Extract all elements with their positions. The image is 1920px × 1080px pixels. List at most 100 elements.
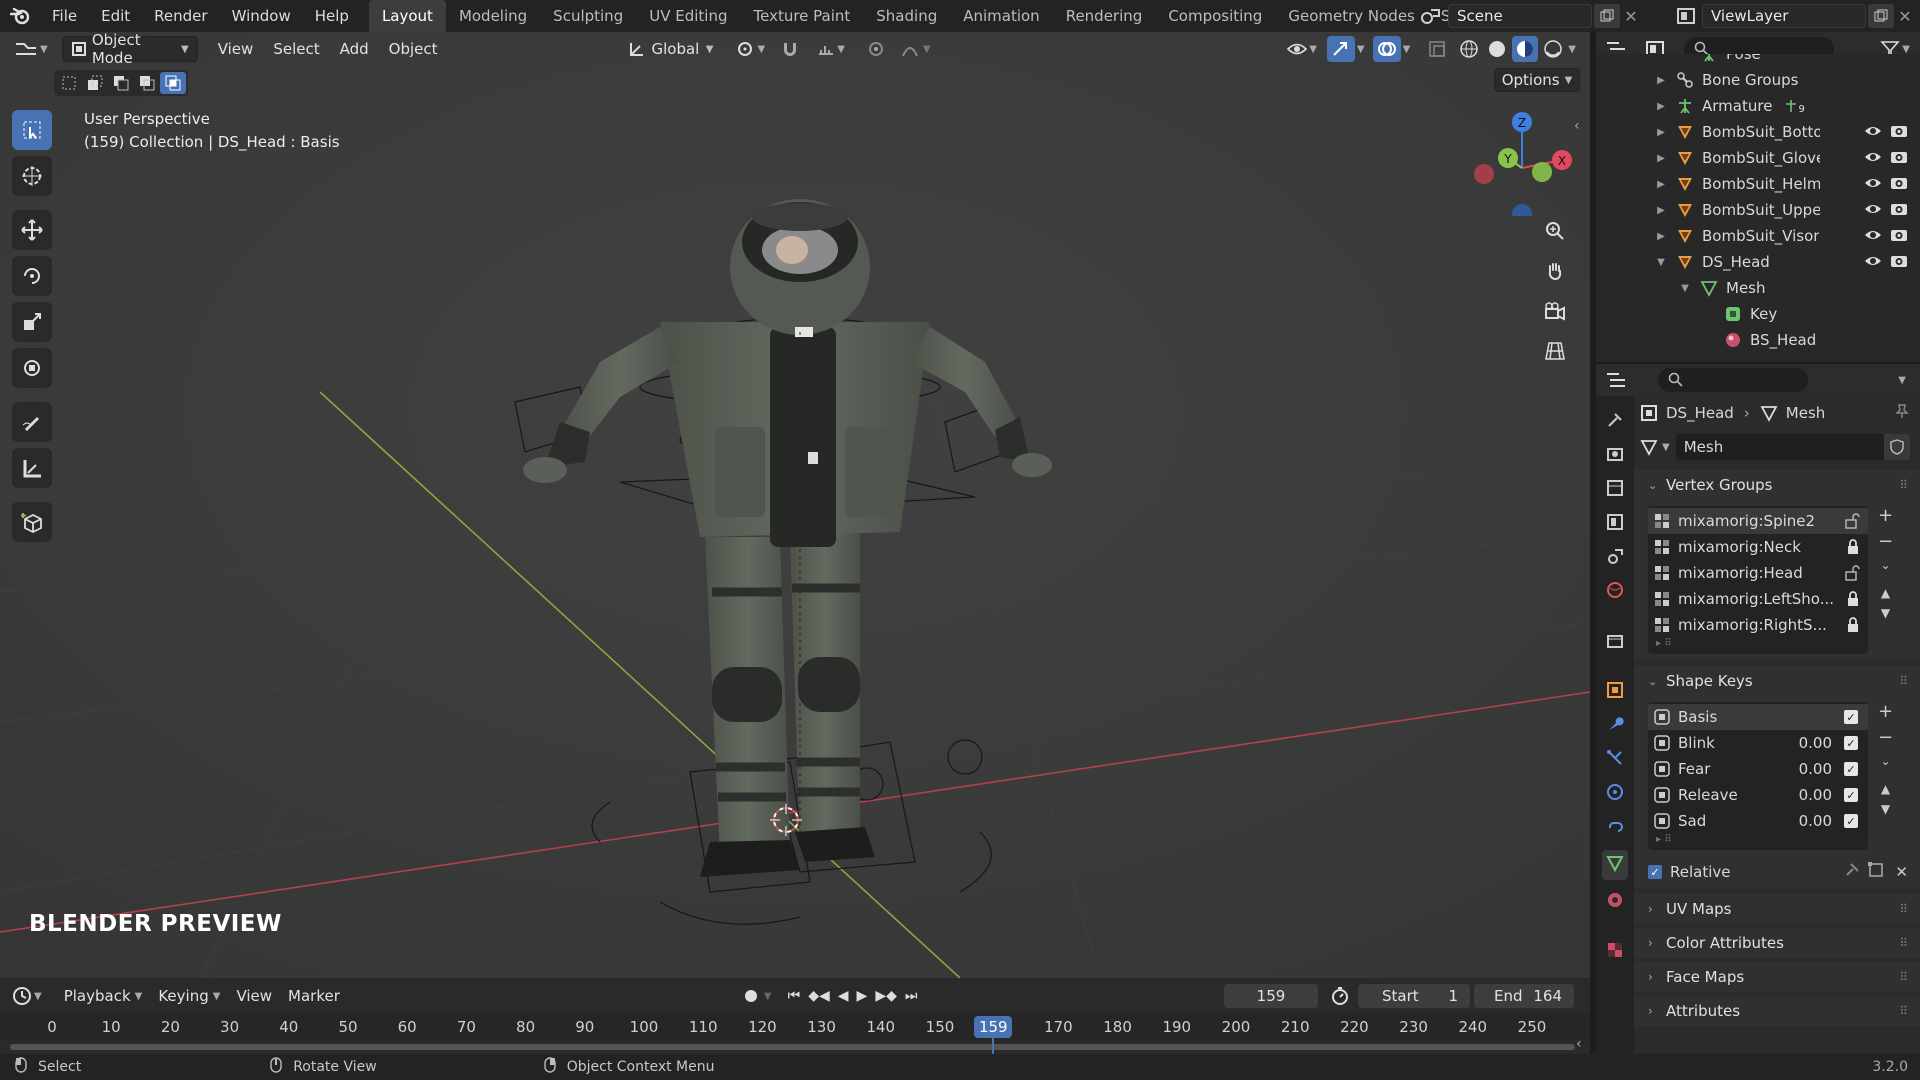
shape-key-pin-icon[interactable] bbox=[1843, 861, 1861, 883]
particles-tab-icon[interactable] bbox=[1605, 748, 1625, 772]
tab-compositing[interactable]: Compositing bbox=[1155, 0, 1275, 32]
world-tab-icon[interactable] bbox=[1605, 580, 1625, 604]
fake-user-shield-icon[interactable] bbox=[1883, 434, 1910, 460]
outliner-row[interactable]: ▶ BombSuit_Gloves bbox=[1596, 145, 1920, 171]
mesh-browse-button[interactable]: ▼ bbox=[1640, 438, 1670, 456]
shape-keys-panel-header[interactable]: ⌄ Shape Keys ⠿ bbox=[1634, 666, 1920, 696]
camera-view-icon[interactable] bbox=[1540, 296, 1570, 326]
physics-tab-icon[interactable] bbox=[1605, 782, 1625, 806]
tab-shading[interactable]: Shading bbox=[863, 0, 950, 32]
select-extend-icon[interactable] bbox=[82, 72, 108, 94]
delete-view-layer-icon[interactable]: ✕ bbox=[1894, 7, 1916, 26]
scene-selector[interactable]: Scene bbox=[1448, 4, 1592, 28]
shape-key-value[interactable]: 0.00 bbox=[1799, 734, 1832, 752]
select-intersect-icon[interactable] bbox=[160, 72, 186, 94]
eye-icon[interactable] bbox=[1864, 123, 1882, 143]
add-vertex-group-button[interactable]: + bbox=[1878, 506, 1893, 526]
vertex-group-item[interactable]: mixamorig:Spine2 bbox=[1648, 508, 1868, 534]
shape-key-specials-icon[interactable]: ⌄ bbox=[1881, 754, 1891, 768]
eye-icon[interactable] bbox=[1864, 227, 1882, 247]
menu-help[interactable]: Help bbox=[303, 7, 361, 25]
panel-uv-maps[interactable]: › UV Maps ⠿ bbox=[1634, 894, 1920, 924]
expand-arrow-icon[interactable]: ▶ bbox=[1654, 75, 1668, 86]
transform-tool[interactable] bbox=[12, 348, 52, 388]
gizmo-toggle[interactable] bbox=[1326, 36, 1355, 62]
view-layer-tab-icon[interactable] bbox=[1605, 512, 1625, 536]
timeline-menu-playback[interactable]: Playback ▼ bbox=[56, 983, 151, 1009]
chevron-down-icon[interactable]: ▼ bbox=[1898, 375, 1906, 386]
visibility-button[interactable]: ▼ bbox=[1279, 36, 1325, 62]
end-frame-field[interactable]: End 164 bbox=[1474, 984, 1574, 1008]
outliner-row[interactable]: ▶ BombSuit_Upper bbox=[1596, 197, 1920, 223]
outliner-row[interactable]: Key bbox=[1596, 301, 1920, 327]
eye-icon[interactable] bbox=[1864, 201, 1882, 221]
lock-open-icon[interactable] bbox=[1844, 513, 1860, 533]
clear-shape-keys-icon[interactable]: ✕ bbox=[1895, 863, 1908, 881]
vertex-group-item[interactable]: mixamorig:RightS... bbox=[1648, 612, 1868, 638]
perspective-grid-icon[interactable] bbox=[1540, 336, 1570, 366]
edit-mode-shape-icon[interactable] bbox=[1867, 861, 1885, 883]
tab-layout[interactable]: Layout bbox=[368, 0, 446, 32]
expand-arrow-icon[interactable]: ▶ bbox=[1654, 205, 1668, 216]
lock-closed-icon[interactable] bbox=[1846, 591, 1860, 611]
rotate-tool[interactable] bbox=[12, 256, 52, 296]
expand-arrow-icon[interactable]: ▶ bbox=[1654, 153, 1668, 164]
material-tab-icon[interactable] bbox=[1605, 890, 1625, 914]
move-tool[interactable] bbox=[12, 210, 52, 250]
drag-handle-icon[interactable]: ⠿ bbox=[1899, 936, 1908, 950]
shape-key-mute-checkbox[interactable]: ✓ bbox=[1844, 762, 1858, 776]
lock-closed-icon[interactable] bbox=[1846, 617, 1860, 637]
annotate-tool[interactable] bbox=[12, 402, 52, 442]
eye-icon[interactable] bbox=[1864, 149, 1882, 169]
pan-hand-icon[interactable] bbox=[1540, 256, 1570, 286]
timeline-menu-keying[interactable]: Keying ▼ bbox=[150, 983, 228, 1009]
shape-key-mute-checkbox[interactable]: ✓ bbox=[1844, 710, 1858, 724]
texture-tab-icon[interactable] bbox=[1605, 940, 1625, 964]
tab-sculpting[interactable]: Sculpting bbox=[540, 0, 636, 32]
relative-checkbox[interactable]: ✓ bbox=[1648, 865, 1662, 879]
collapse-arrow-icon[interactable]: ▼ bbox=[1678, 283, 1692, 294]
shape-key-value[interactable]: 0.00 bbox=[1799, 760, 1832, 778]
play-reverse-icon[interactable]: ◀ bbox=[838, 988, 849, 1004]
solid-shading[interactable] bbox=[1484, 36, 1510, 62]
camera-render-icon[interactable] bbox=[1890, 123, 1908, 143]
cursor-tool[interactable] bbox=[12, 156, 52, 196]
expand-arrow-icon[interactable]: ▶ bbox=[1654, 179, 1668, 190]
vertex-groups-panel-header[interactable]: ⌄ Vertex Groups ⠿ bbox=[1634, 470, 1920, 500]
blender-logo-icon[interactable] bbox=[0, 0, 40, 32]
shape-key-value[interactable]: 0.00 bbox=[1799, 786, 1832, 804]
camera-render-icon[interactable] bbox=[1890, 253, 1908, 273]
jump-start-icon[interactable]: ⏮ bbox=[788, 988, 801, 1004]
menu-render[interactable]: Render bbox=[142, 7, 219, 25]
shape-key-item[interactable]: Blink 0.00 ✓ bbox=[1648, 730, 1868, 756]
camera-render-icon[interactable] bbox=[1890, 227, 1908, 247]
tab-rendering[interactable]: Rendering bbox=[1053, 0, 1156, 32]
camera-render-icon[interactable] bbox=[1890, 149, 1908, 169]
lock-closed-icon[interactable] bbox=[1846, 539, 1860, 559]
snap-toggle[interactable] bbox=[773, 36, 809, 62]
outliner-row[interactable]: BS_Head bbox=[1596, 327, 1920, 353]
list-resize-handle-icon[interactable]: ▸ ⠿ bbox=[1648, 834, 1868, 846]
expand-arrow-icon[interactable]: ▶ bbox=[1654, 231, 1668, 242]
timeline-editor-type-icon[interactable]: ▼ bbox=[12, 986, 42, 1006]
panel-attributes[interactable]: › Attributes ⠿ bbox=[1634, 996, 1920, 1026]
camera-render-icon[interactable] bbox=[1890, 201, 1908, 221]
outliner-row[interactable]: ▶ Bone Groups bbox=[1596, 67, 1920, 93]
tab-modeling[interactable]: Modeling bbox=[446, 0, 540, 32]
panel-face-maps[interactable]: › Face Maps ⠿ bbox=[1634, 962, 1920, 992]
chevron-down-icon[interactable]: ▼ bbox=[764, 991, 772, 1002]
select-difference-icon[interactable] bbox=[134, 72, 160, 94]
lock-open-icon[interactable] bbox=[1844, 565, 1860, 585]
new-scene-icon[interactable] bbox=[1594, 4, 1620, 28]
add-shape-key-button[interactable]: + bbox=[1878, 702, 1893, 722]
jump-end-icon[interactable]: ⏭ bbox=[905, 988, 918, 1004]
object-tab-icon[interactable] bbox=[1605, 680, 1625, 704]
shading-options-chevron-icon[interactable]: ▼ bbox=[1568, 44, 1576, 55]
viewport-menu-object[interactable]: Object bbox=[379, 36, 448, 62]
jump-keyframe-back-icon[interactable]: ◆◀ bbox=[808, 988, 830, 1004]
shape-key-value[interactable]: 0.00 bbox=[1799, 812, 1832, 830]
outliner-row[interactable]: ▶ BombSuit_Visor bbox=[1596, 223, 1920, 249]
collection-tab-icon[interactable] bbox=[1605, 630, 1625, 654]
scale-tool[interactable] bbox=[12, 302, 52, 342]
constraints-tab-icon[interactable] bbox=[1605, 816, 1625, 840]
